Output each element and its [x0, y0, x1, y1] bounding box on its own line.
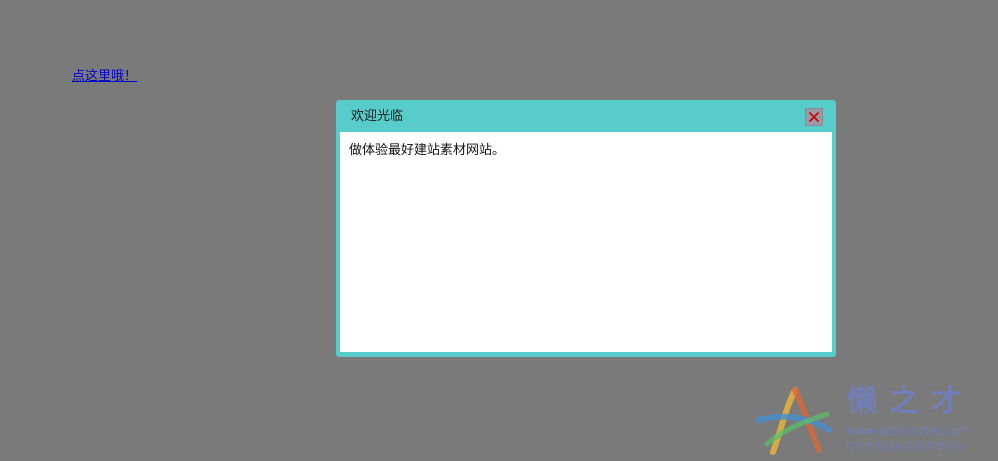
logo-icon: [756, 387, 832, 455]
watermark-url: www.aizhanzhe.com: [847, 424, 970, 438]
open-dialog-link[interactable]: 点这里哦！: [72, 69, 137, 85]
watermark-slogan: 打造专业建站资源共享平台: [845, 442, 965, 453]
close-icon: [808, 111, 820, 123]
close-button[interactable]: [805, 108, 823, 126]
dialog-title: 欢迎光临: [351, 109, 404, 124]
dialog-message: 做体验最好建站素材网站。: [349, 143, 506, 158]
welcome-dialog: 欢迎光临 做体验最好建站素材网站。: [336, 100, 836, 357]
dialog-header: 欢迎光临: [336, 100, 836, 132]
dialog-body: 做体验最好建站素材网站。: [340, 132, 832, 352]
watermark-site-name: 懒之才: [847, 384, 973, 419]
watermark: 懒之才 www.aizhanzhe.com 打造专业建站资源共享平台: [755, 382, 998, 461]
